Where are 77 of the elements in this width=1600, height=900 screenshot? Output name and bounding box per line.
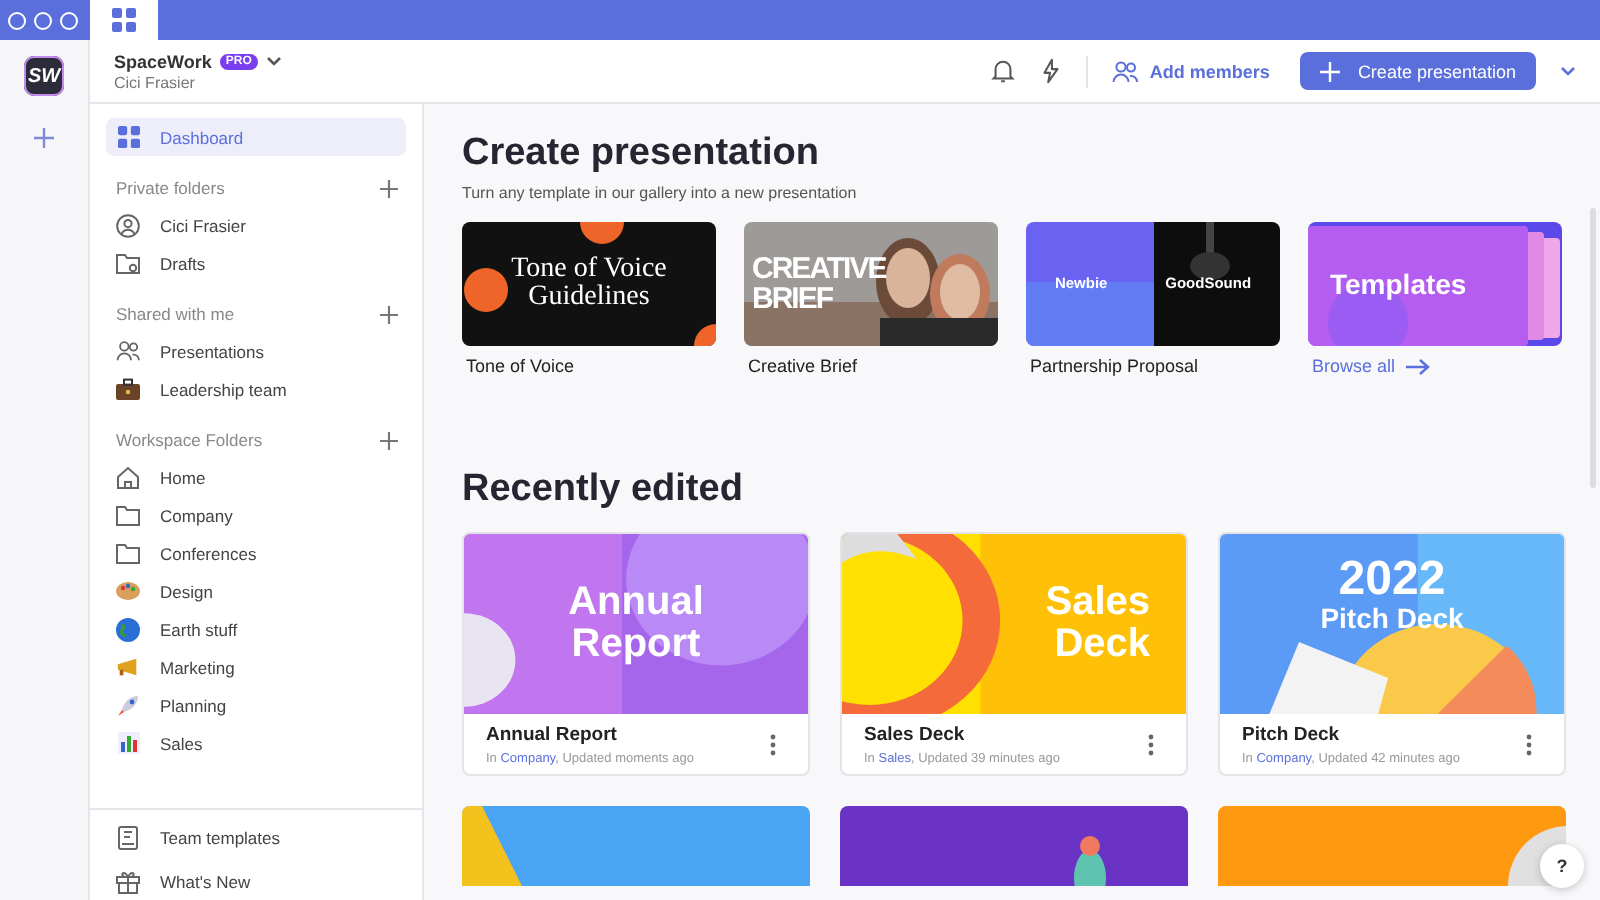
user-icon bbox=[116, 213, 140, 237]
presentation-title: Pitch Deck bbox=[1242, 723, 1342, 745]
more-options-icon[interactable] bbox=[770, 733, 776, 755]
thumbnail-text: Sales bbox=[1045, 582, 1150, 624]
presentation-title: Sales Deck bbox=[864, 723, 967, 745]
section-heading: Workspace Folders bbox=[116, 430, 263, 450]
sidebar-item[interactable]: Marketing bbox=[106, 648, 406, 686]
plus-icon bbox=[1319, 61, 1340, 81]
presentation-title: Annual Report bbox=[486, 723, 619, 745]
section-title: Create presentation bbox=[462, 132, 821, 176]
section-heading: Private folders bbox=[116, 178, 225, 198]
sidebar-item[interactable]: Drafts bbox=[106, 244, 406, 282]
sidebar-item[interactable]: Planning bbox=[106, 686, 406, 724]
bell-icon[interactable] bbox=[989, 58, 1016, 84]
sidebar-item[interactable]: Team templates bbox=[106, 818, 406, 856]
help-button[interactable]: ? bbox=[1540, 844, 1584, 888]
add-icon[interactable] bbox=[380, 305, 398, 323]
user-name: Cici Frasier bbox=[114, 73, 197, 91]
section-heading: Shared with me bbox=[116, 304, 235, 324]
add-icon[interactable] bbox=[380, 179, 398, 197]
sidebar-item[interactable]: Cici Frasier bbox=[106, 206, 406, 244]
template-name[interactable]: Partnership Proposal bbox=[1026, 356, 1280, 376]
template-name[interactable]: Tone of Voice bbox=[462, 356, 716, 376]
thumbnail-text: Guidelines bbox=[528, 284, 650, 312]
add-icon[interactable] bbox=[380, 431, 398, 449]
lightning-icon[interactable] bbox=[1039, 58, 1062, 84]
people-icon bbox=[1111, 59, 1138, 83]
create-presentation-button[interactable]: Create presentation bbox=[1299, 52, 1536, 90]
template-thumbnail[interactable]: Templates bbox=[1308, 222, 1562, 346]
folder-icon bbox=[116, 252, 140, 274]
sidebar-item[interactable]: Company bbox=[106, 496, 406, 534]
folder-icon bbox=[116, 542, 140, 564]
more-options-icon[interactable] bbox=[1526, 733, 1532, 755]
rocket-icon bbox=[116, 693, 140, 717]
sidebar-item[interactable]: Home bbox=[106, 458, 406, 496]
globe-icon bbox=[116, 617, 140, 641]
dashboard-tab[interactable] bbox=[90, 0, 158, 40]
thumbnail-text: Tone of Voice bbox=[511, 256, 667, 284]
workspace-name[interactable]: SpaceWork bbox=[114, 51, 212, 71]
grid-icon bbox=[117, 126, 139, 148]
thumbnail-text: BRIEF bbox=[752, 284, 832, 314]
add-members-button[interactable]: Add members bbox=[1111, 59, 1270, 83]
arrow-right-icon bbox=[1405, 357, 1430, 375]
document-icon bbox=[118, 825, 138, 849]
grid-icon bbox=[112, 8, 136, 32]
template-thumbnail[interactable]: Tone of Voice Guidelines bbox=[462, 222, 716, 346]
bar-chart-icon bbox=[117, 732, 139, 754]
more-options-icon[interactable] bbox=[1148, 733, 1154, 755]
app-logo[interactable]: SW bbox=[24, 56, 64, 96]
sidebar-item[interactable]: Design bbox=[106, 572, 406, 610]
browse-all-link[interactable]: Browse all bbox=[1308, 356, 1562, 376]
thumbnail-text: Annual bbox=[568, 582, 704, 624]
folder-icon bbox=[116, 504, 140, 526]
people-icon bbox=[116, 340, 140, 362]
sidebar-item[interactable]: Presentations bbox=[106, 332, 406, 370]
thumbnail-text: 2022 bbox=[1338, 554, 1446, 605]
thumbnail-text: Templates bbox=[1330, 270, 1469, 298]
thumbnail-text: Report bbox=[571, 624, 701, 666]
thumbnail-text: Deck bbox=[1054, 624, 1150, 666]
home-icon bbox=[116, 465, 140, 489]
briefcase-icon bbox=[116, 378, 140, 400]
sidebar-item[interactable]: What's New bbox=[106, 862, 406, 900]
thumbnail-text: Pitch Deck bbox=[1320, 604, 1464, 634]
sidebar-item[interactable]: Sales bbox=[106, 724, 406, 762]
chevron-down-icon[interactable] bbox=[265, 55, 282, 67]
sidebar-item[interactable]: Earth stuff bbox=[106, 610, 406, 648]
sidebar-item[interactable]: Leadership team bbox=[106, 370, 406, 408]
megaphone-icon bbox=[116, 656, 140, 678]
add-icon[interactable] bbox=[34, 128, 54, 148]
template-name[interactable]: Creative Brief bbox=[744, 356, 998, 376]
palette-icon bbox=[116, 580, 140, 602]
section-title: Recently edited bbox=[462, 468, 745, 512]
section-subtitle: Turn any template in our gallery into a new presentation bbox=[462, 184, 859, 202]
sidebar-item[interactable]: Conferences bbox=[106, 534, 406, 572]
sidebar-item[interactable]: Dashboard bbox=[106, 118, 406, 156]
chevron-down-icon[interactable] bbox=[1560, 65, 1576, 77]
gift-icon bbox=[116, 869, 140, 893]
